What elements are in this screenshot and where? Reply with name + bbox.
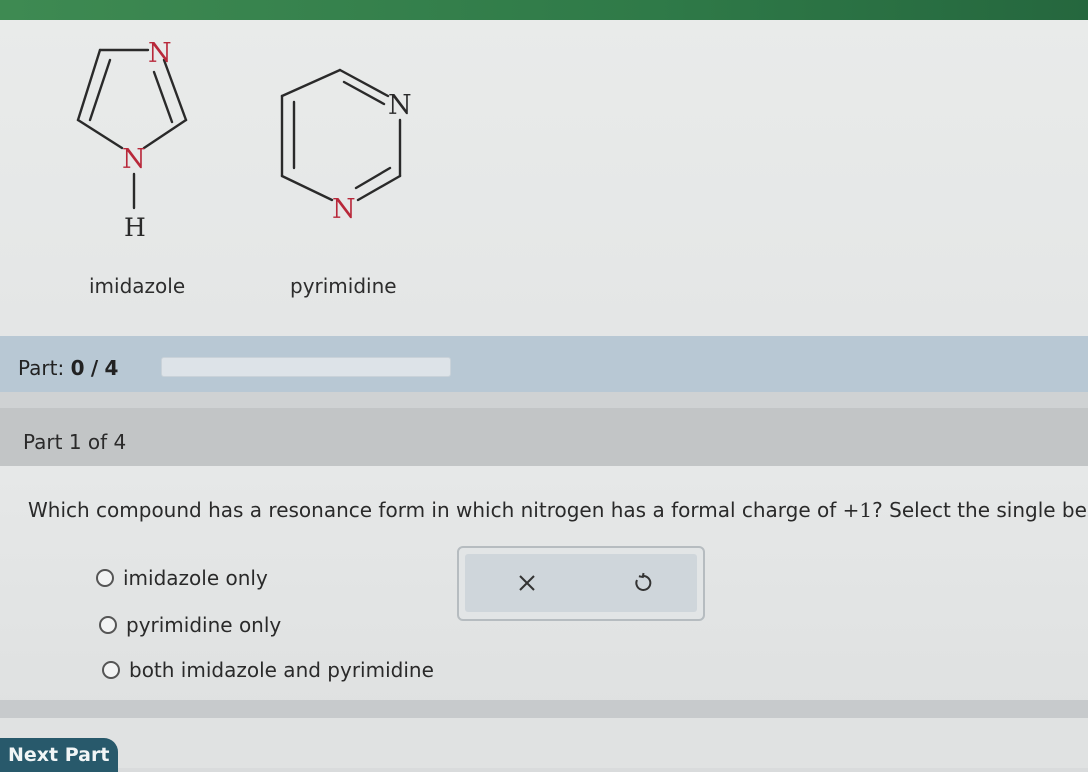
option-imidazole-only[interactable]: imidazole only <box>96 566 268 590</box>
option-pyrimidine-only[interactable]: pyrimidine only <box>99 613 281 637</box>
option-label: both imidazole and pyrimidine <box>129 658 434 682</box>
progress-separator: / <box>90 356 99 380</box>
pyrimidine-label: pyrimidine <box>290 274 397 298</box>
option-label: imidazole only <box>123 566 268 590</box>
part-progress-label: Part: 0 / 4 <box>18 356 118 380</box>
imidazole-h: H <box>124 213 146 242</box>
answer-tools-panel <box>457 546 705 621</box>
imidazole-n-top: N <box>148 38 172 69</box>
pyrimidine-n-right: N <box>388 90 412 121</box>
bottom-area <box>0 718 1088 768</box>
pyrimidine-n-bottom: N <box>332 194 356 225</box>
radio-button[interactable] <box>102 661 120 679</box>
clear-button[interactable] <box>507 566 547 600</box>
answer-tools-inner <box>465 554 697 612</box>
undo-icon <box>635 572 652 591</box>
progress-label-text: Part: <box>18 356 65 380</box>
bottom-strip <box>0 700 1088 718</box>
option-label: pyrimidine only <box>126 613 282 637</box>
pyrimidine-structure: N N <box>280 68 412 225</box>
option-both[interactable]: both imidazole and pyrimidine <box>102 658 434 682</box>
imidazole-n-bottom: N <box>122 144 146 175</box>
divider-strip <box>0 392 1088 408</box>
progress-current: 0 <box>70 356 85 380</box>
question-text-after: ? Select the single best a <box>872 498 1088 522</box>
imidazole-label: imidazole <box>89 274 186 298</box>
progress-track <box>161 357 451 377</box>
progress-total: 4 <box>104 356 119 380</box>
undo-button[interactable] <box>623 566 663 600</box>
part-header <box>0 408 1088 466</box>
next-part-button[interactable]: Next Part <box>0 738 118 772</box>
question-text-before: Which compound has a resonance form in w… <box>28 498 837 522</box>
question-text: Which compound has a resonance form in w… <box>28 498 1088 522</box>
question-math: +1 <box>842 498 873 522</box>
radio-button[interactable] <box>99 616 117 634</box>
part-header-text: Part 1 of 4 <box>23 430 127 454</box>
close-x-icon <box>519 575 535 591</box>
radio-button[interactable] <box>96 569 114 587</box>
imidazole-structure: N N H <box>76 38 188 242</box>
